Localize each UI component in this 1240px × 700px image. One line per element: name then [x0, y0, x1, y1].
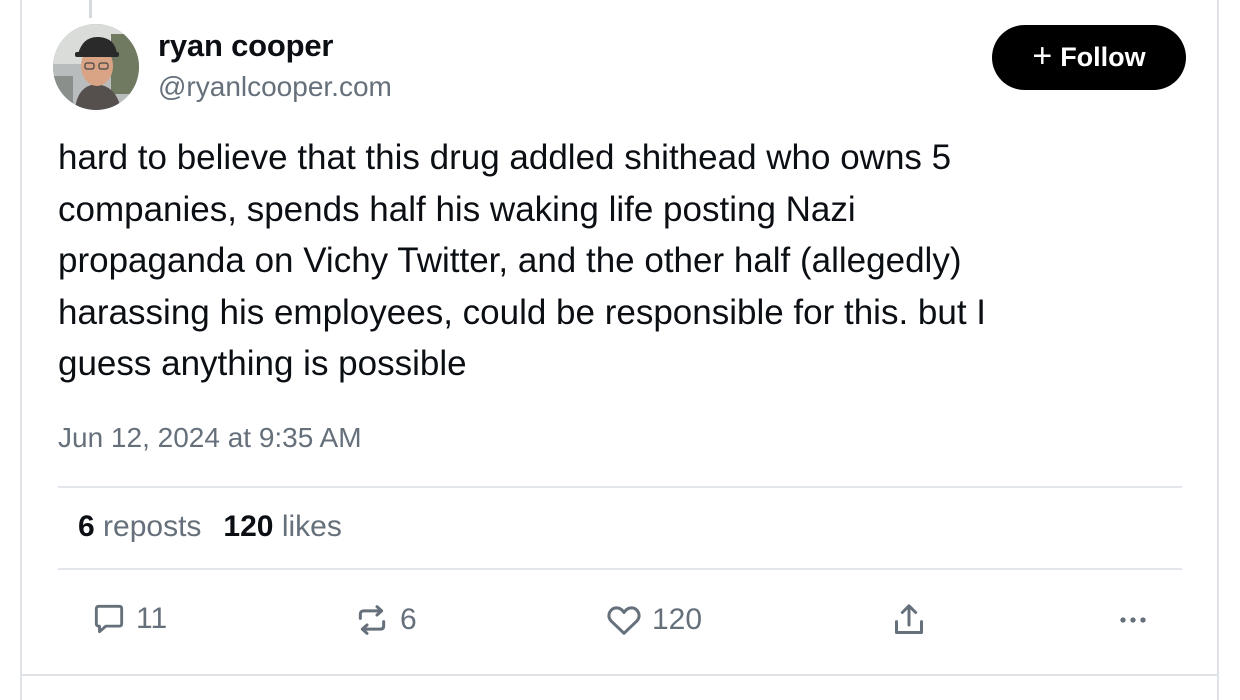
divider [58, 486, 1182, 488]
likes-label: likes [281, 510, 342, 543]
author-handle[interactable]: @ryanlcooper.com [158, 71, 392, 103]
like-button[interactable]: 120 [604, 600, 702, 640]
reply-button[interactable]: 11 [90, 600, 167, 638]
reposts-label: reposts [103, 510, 202, 543]
author-display-name[interactable]: ryan cooper [158, 28, 333, 64]
card-border-bottom [20, 674, 1219, 676]
thread-connector-line [89, 0, 92, 18]
card-border-right [1217, 0, 1219, 700]
reply-icon [94, 604, 124, 634]
heart-icon [607, 606, 641, 635]
likes-stat[interactable]: 120 likes [223, 510, 341, 544]
card-border-left [20, 0, 22, 700]
reposts-stat[interactable]: 6 reposts [78, 510, 201, 544]
reply-count: 11 [136, 602, 168, 635]
follow-button[interactable]: + Follow [992, 25, 1186, 90]
likes-count: 120 [223, 510, 274, 543]
repost-button[interactable]: 6 [352, 600, 417, 640]
repost-icon [358, 605, 386, 635]
share-icon [895, 604, 923, 634]
more-options-button[interactable] [1113, 600, 1153, 640]
share-button[interactable] [889, 600, 929, 640]
more-icon [1120, 617, 1146, 623]
divider [58, 568, 1182, 570]
post-stats: 6 reposts 120 likes [78, 510, 342, 544]
post-text: hard to believe that this drug addled sh… [58, 138, 987, 383]
reposts-count: 6 [78, 510, 95, 543]
repost-count: 6 [400, 603, 417, 636]
follow-button-label: Follow [1060, 42, 1146, 72]
avatar-image [53, 24, 139, 110]
like-count: 120 [652, 603, 703, 636]
plus-icon: + [1032, 37, 1053, 75]
avatar[interactable] [53, 24, 139, 110]
post-timestamp[interactable]: Jun 12, 2024 at 9:35 AM [58, 422, 362, 454]
